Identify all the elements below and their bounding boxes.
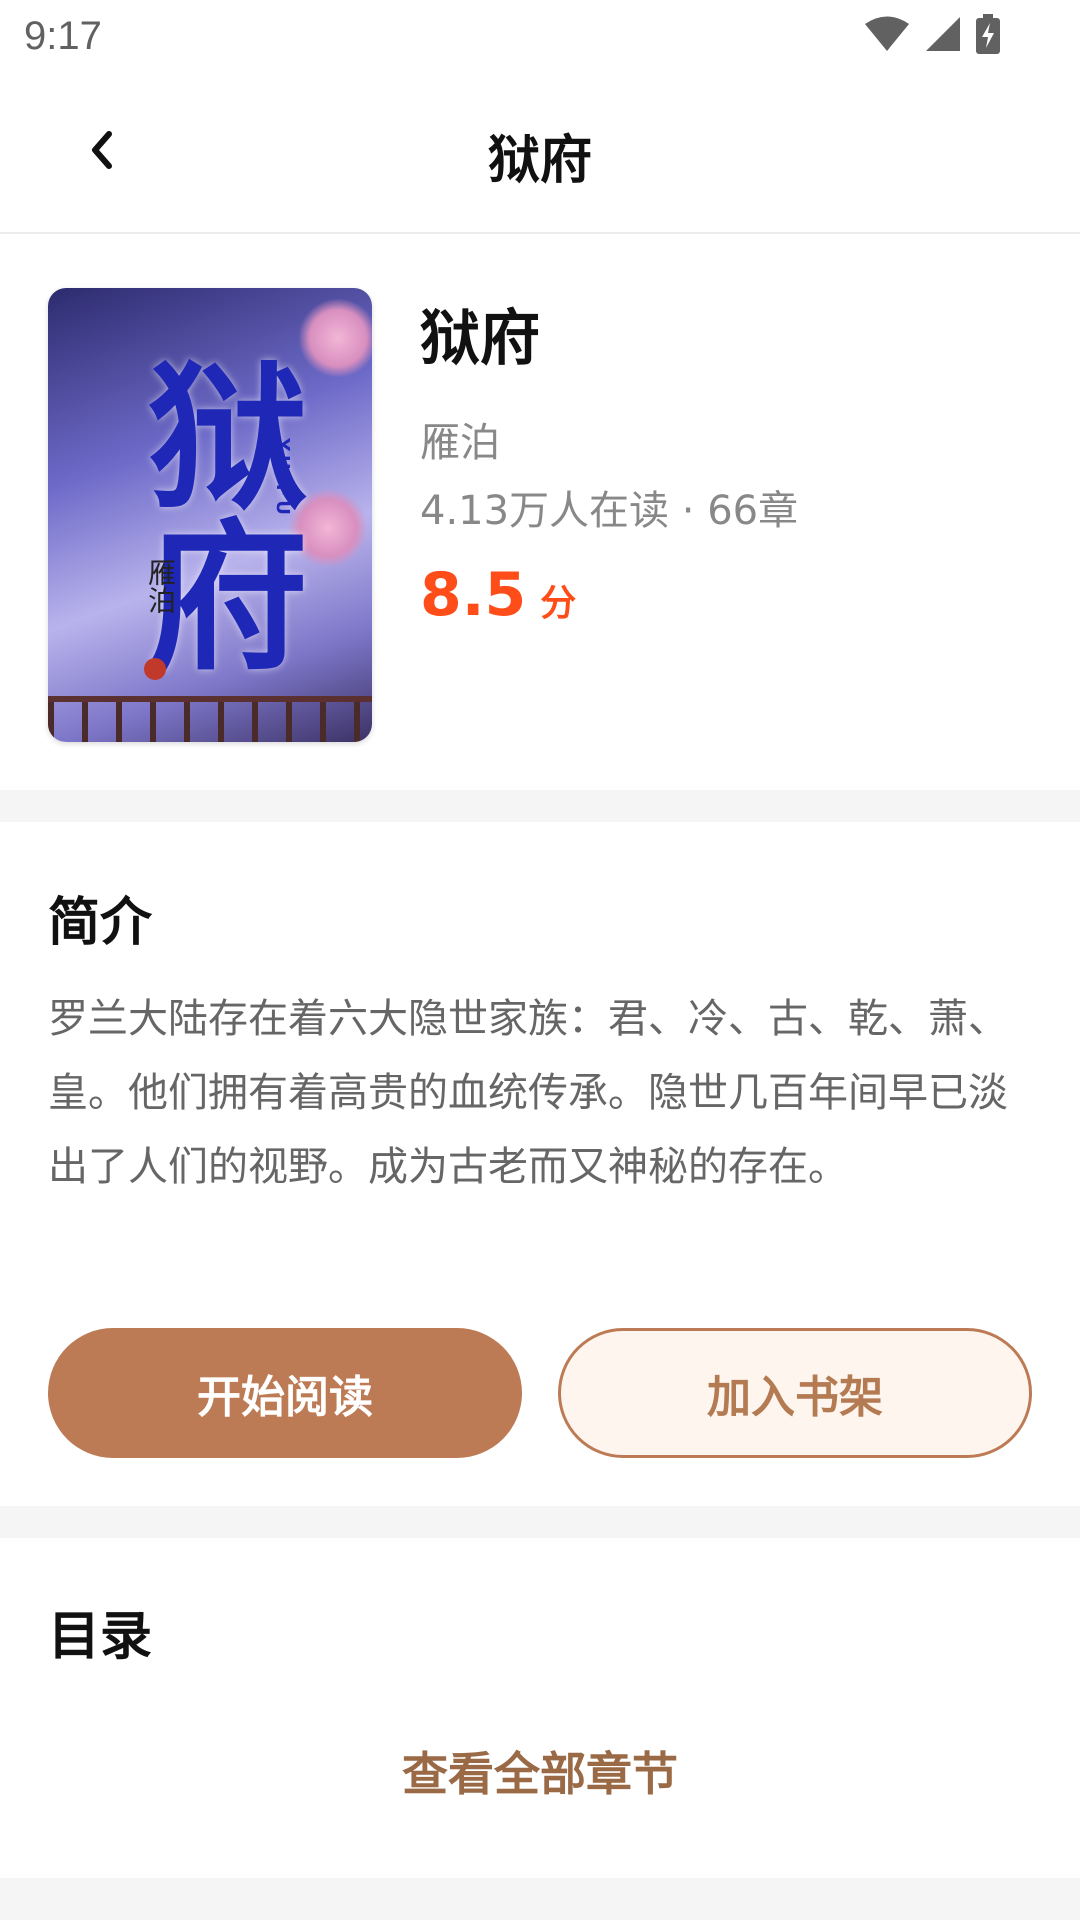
catalog-section: 目录 查看全部章节 (0, 1538, 1080, 1878)
start-reading-button[interactable]: 开始阅读 (48, 1328, 522, 1458)
battery-charging-icon (976, 14, 1000, 58)
catalog-heading: 目录 (48, 1607, 153, 1667)
intro-text: 罗兰大陆存在着六大隐世家族：君、冷、古、乾、萧、皇。他们拥有着高贵的血统传承。隐… (48, 996, 1008, 1190)
book-cover[interactable]: 狱 府 YU FU 雁泊 (48, 288, 372, 742)
wifi-icon (864, 15, 910, 57)
status-time: 9:17 (24, 14, 102, 58)
status-bar: 9:17 (0, 0, 1080, 72)
status-icons (864, 14, 1000, 58)
cover-blossom-decoration (298, 298, 372, 378)
book-stats: 4.13万人在读 · 66章 (420, 488, 799, 534)
book-title: 狱府 (420, 304, 540, 374)
cellular-signal-icon (924, 15, 962, 57)
cover-subtitle: YU FU (272, 438, 293, 519)
page-title: 狱府 (487, 131, 592, 191)
cover-railing-decoration (48, 696, 372, 742)
add-to-shelf-button[interactable]: 加入书架 (558, 1328, 1032, 1458)
intro-heading: 简介 (48, 893, 153, 953)
rating-value: 8.5 (420, 560, 527, 630)
cover-seal (144, 658, 166, 680)
app-header: 狱府 (0, 72, 1080, 234)
intro-section: 简介 罗兰大陆存在着六大隐世家族：君、冷、古、乾、萧、皇。他们拥有着高贵的血统传… (0, 822, 1080, 1506)
view-all-chapters-link[interactable]: 查看全部章节 (0, 1738, 1080, 1804)
rating-unit: 分 (540, 583, 577, 624)
book-info-card: 狱 府 YU FU 雁泊 狱府 雁泊 4.13万人在读 · 66章 8.5 分 (0, 234, 1080, 790)
book-rating: 8.5 分 (420, 560, 576, 630)
book-author[interactable]: 雁泊 (420, 410, 500, 468)
cover-author: 雁泊 (144, 558, 177, 614)
